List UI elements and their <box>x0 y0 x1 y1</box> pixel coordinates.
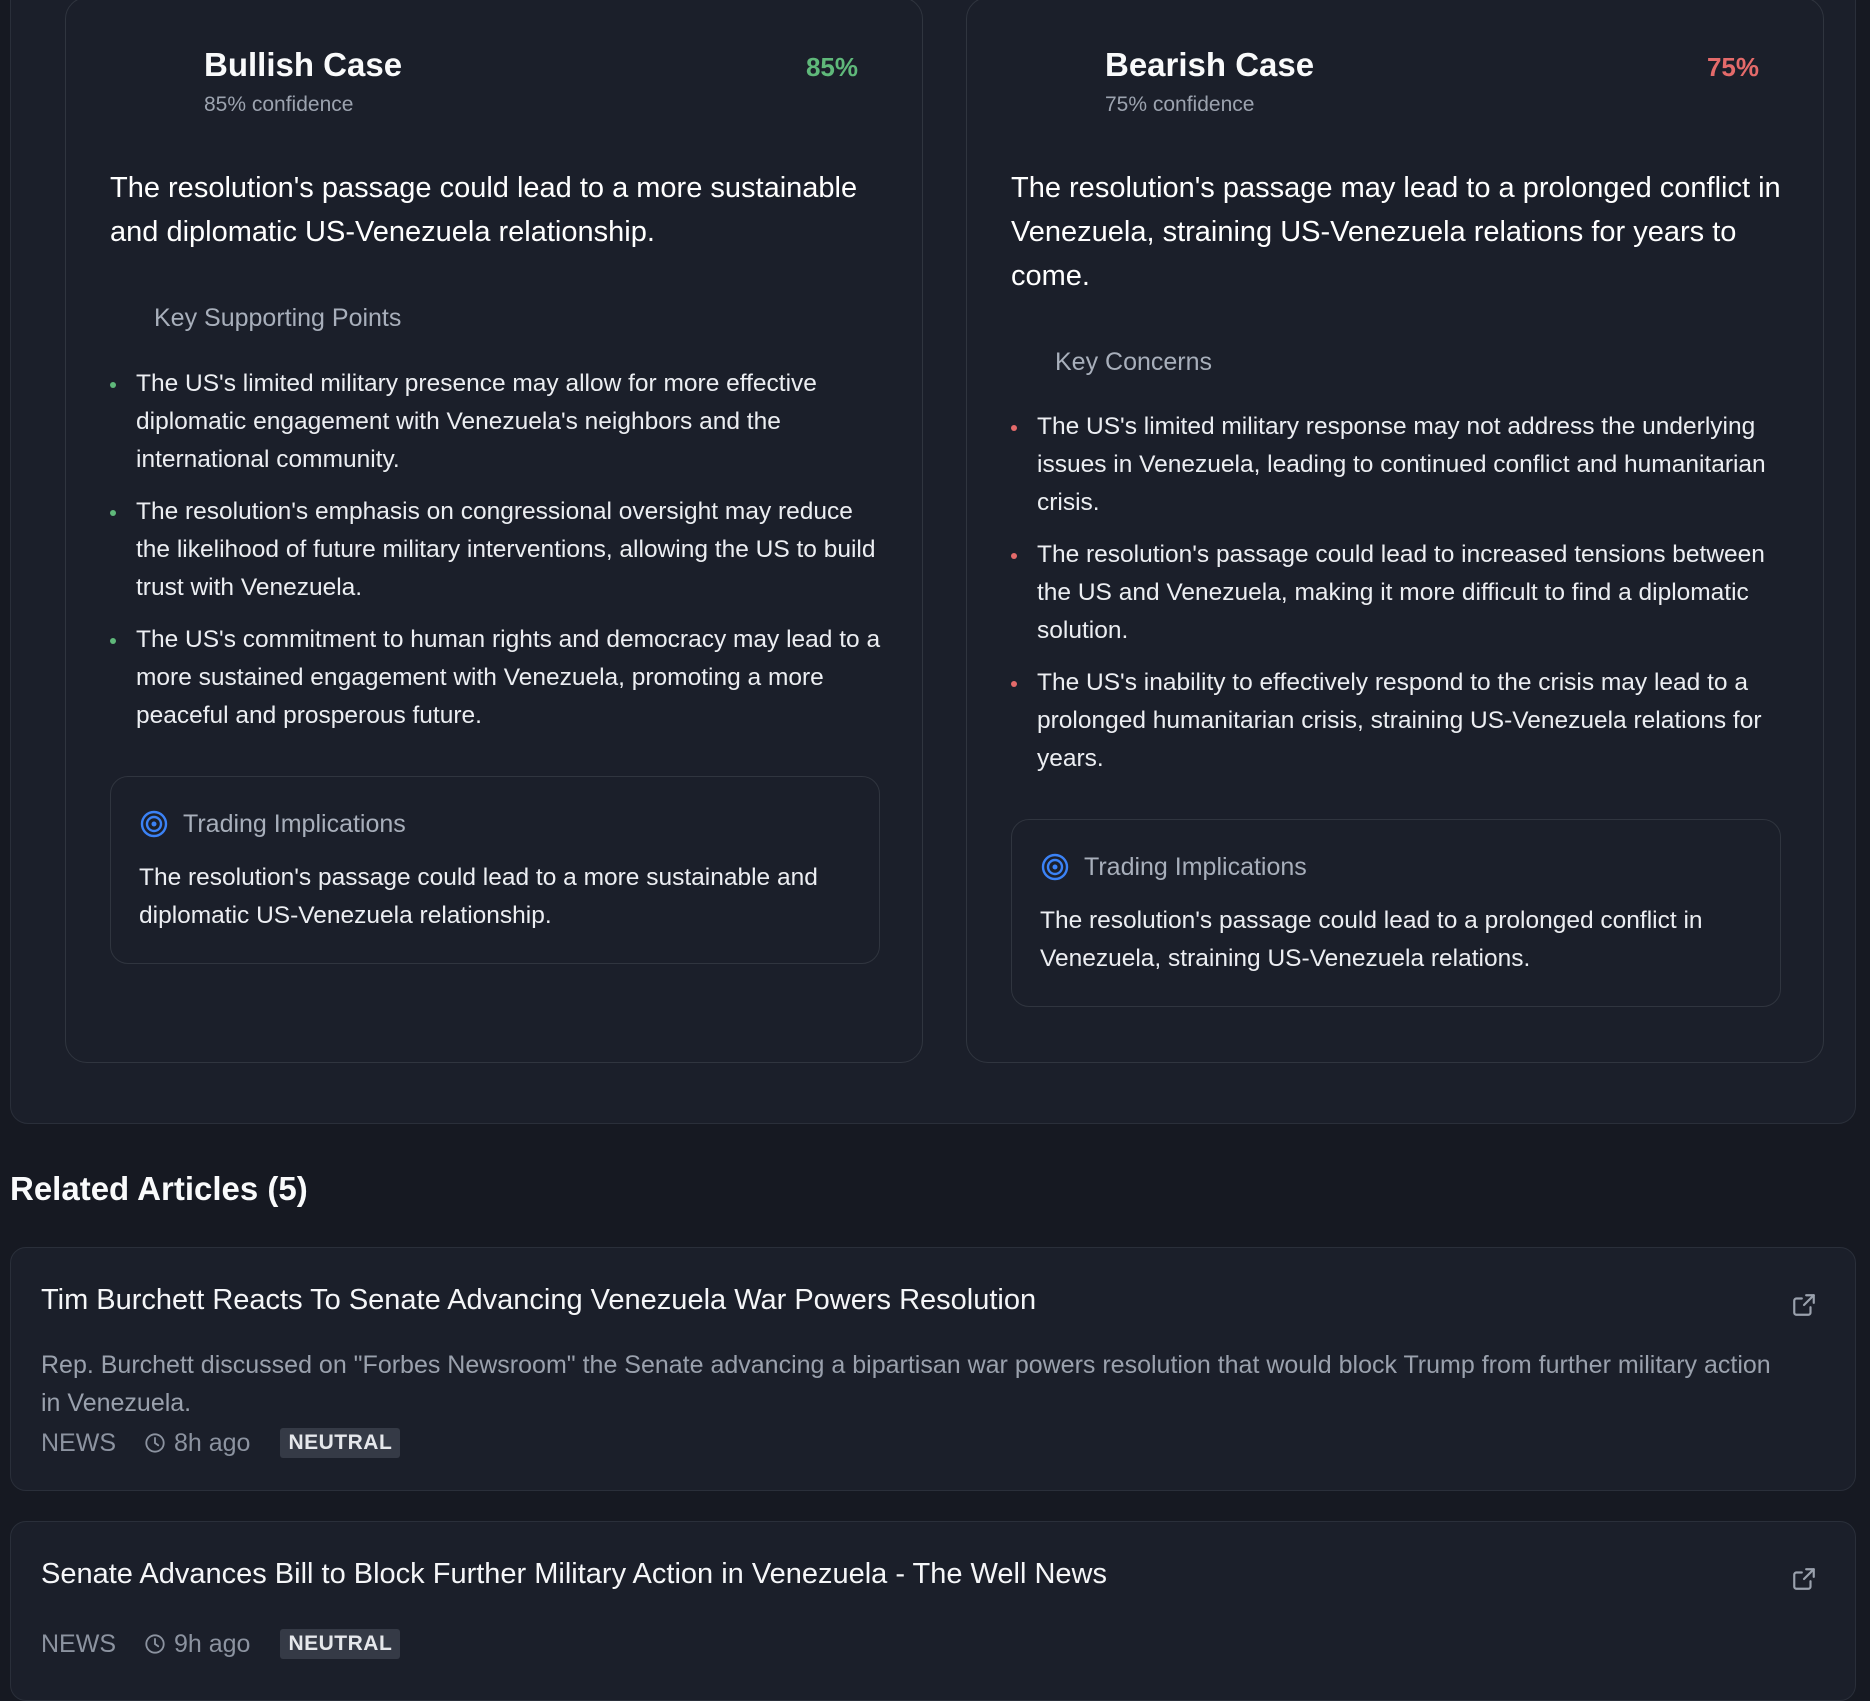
external-link-icon[interactable] <box>1791 1566 1817 1592</box>
concern-point: The US's inability to effectively respon… <box>1011 664 1791 778</box>
clock-icon <box>145 1634 165 1654</box>
article-source: NEWS <box>41 1629 116 1658</box>
bearish-case-card: Bearish Case 75% confidence 75% The reso… <box>966 0 1824 1063</box>
article-time: 8h ago <box>174 1428 251 1457</box>
bullet-dot <box>1011 425 1017 431</box>
article-card[interactable]: Senate Advances Bill to Block Further Mi… <box>10 1521 1856 1701</box>
article-source: NEWS <box>41 1428 116 1457</box>
supporting-point: The US's limited military presence may a… <box>110 365 890 479</box>
external-link-icon[interactable] <box>1791 1292 1817 1318</box>
implications-text: The resolution's passage could lead to a… <box>139 864 818 929</box>
supporting-points-label: Key Supporting Points <box>154 304 402 332</box>
supporting-point: The resolution's emphasis on congression… <box>110 493 890 607</box>
bullish-thesis: The resolution's passage could lead to a… <box>110 172 858 248</box>
article-meta: NEWS 9h ago NEUTRAL <box>41 1629 401 1659</box>
concern-point: The US's limited military response may n… <box>1011 408 1791 522</box>
key-concerns-label: Key Concerns <box>1055 348 1213 376</box>
bearish-trading-implications: Trading Implications The resolution's pa… <box>1011 819 1781 1007</box>
article-time: 9h ago <box>174 1629 251 1658</box>
implications-text: The resolution's passage could lead to a… <box>1040 907 1703 972</box>
bullet-dot <box>110 382 116 388</box>
bullish-trading-implications: Trading Implications The resolution's pa… <box>110 776 880 964</box>
bullish-confidence-label: 85% confidence <box>204 93 354 116</box>
article-title[interactable]: Senate Advances Bill to Block Further Mi… <box>41 1558 1107 1591</box>
bearish-confidence-label: 75% confidence <box>1105 93 1255 116</box>
bullish-confidence-value: 85% <box>805 52 858 82</box>
sentiment-badge: NEUTRAL <box>280 1428 401 1458</box>
supporting-points-list: The US's limited military presence may a… <box>110 365 890 749</box>
bullet-dot <box>110 510 116 516</box>
bullet-dot <box>1011 681 1017 687</box>
bullet-dot <box>1011 553 1017 559</box>
bearish-title: Bearish Case <box>1105 46 1315 83</box>
concern-point: The resolution's passage could lead to i… <box>1011 536 1791 650</box>
implications-title: Trading Implications <box>183 809 406 838</box>
target-icon <box>140 810 168 838</box>
related-articles-heading: Related Articles (5) <box>10 1170 308 1207</box>
article-title[interactable]: Tim Burchett Reacts To Senate Advancing … <box>41 1284 1036 1317</box>
clock-icon <box>145 1433 165 1453</box>
article-card[interactable]: Tim Burchett Reacts To Senate Advancing … <box>10 1247 1856 1491</box>
bearish-confidence-value: 75% <box>1706 52 1759 82</box>
article-description: Rep. Burchett discussed on "Forbes Newsr… <box>41 1351 1771 1417</box>
bearish-thesis: The resolution's passage may lead to a p… <box>1011 172 1781 292</box>
supporting-point: The US's commitment to human rights and … <box>110 621 890 735</box>
target-icon <box>1041 853 1069 881</box>
bullish-case-card: Bullish Case 85% confidence 85% The reso… <box>65 0 923 1063</box>
article-meta: NEWS 8h ago NEUTRAL <box>41 1428 401 1458</box>
implications-title: Trading Implications <box>1084 852 1307 881</box>
analysis-panel: Bullish Case 85% confidence 85% The reso… <box>10 0 1856 1124</box>
sentiment-badge: NEUTRAL <box>280 1629 401 1659</box>
bullet-dot <box>110 638 116 644</box>
key-concerns-list: The US's limited military response may n… <box>1011 408 1791 792</box>
bullish-title: Bullish Case <box>204 46 403 83</box>
